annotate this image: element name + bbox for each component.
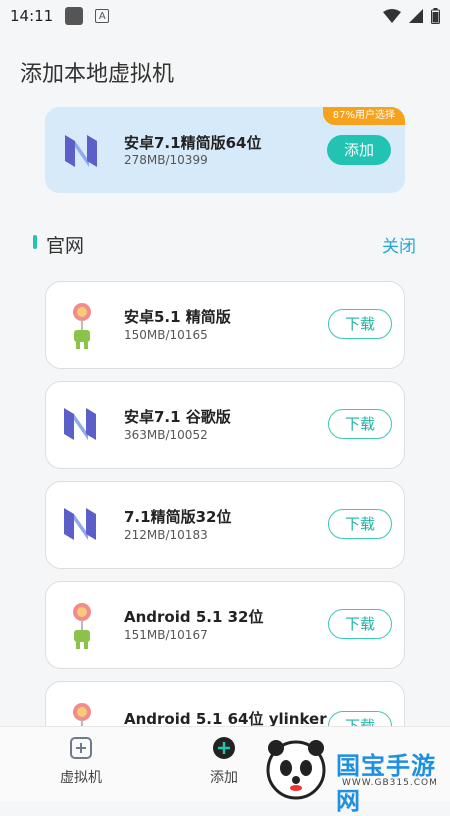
nav-tab-vm[interactable]: 虚拟机 [51,735,111,787]
battery-icon [431,8,440,24]
notification-a-icon: A [95,9,110,23]
page-title: 添加本地虚拟机 [20,62,175,87]
nav-tab-add-label: 添加 [210,770,238,786]
status-time: 14:11 [10,7,54,25]
android-nougat-icon [65,135,97,167]
notification-square-icon [65,7,84,25]
vm-box-icon [70,737,92,759]
section-marker [33,235,37,249]
nav-tab-add[interactable]: 添加 [194,735,254,787]
item-title: 安卓5.1 精简版 [124,308,231,326]
list-item[interactable]: 安卓7.1 谷歌版 363MB/10052 下载 [45,381,405,469]
status-icons [383,8,440,24]
section-title: 官网 [46,235,85,257]
close-link[interactable]: 关闭 [382,232,416,257]
download-button[interactable]: 下载 [328,309,392,339]
android-nougat-icon [64,408,96,440]
watermark-url: WWW.GB315.COM [342,778,438,788]
android-nougat-icon [64,508,96,540]
item-subtitle: 150MB/10165 [124,328,208,342]
add-circle-icon [213,737,235,759]
android-lollipop-icon [73,303,91,349]
featured-title: 安卓7.1精简版64位 [124,134,262,152]
signal-icon [409,9,423,23]
list-item[interactable]: 7.1精简版32位 212MB/10183 下载 [45,481,405,569]
item-subtitle: 363MB/10052 [124,428,208,442]
popularity-badge: 87%用户选择 [322,107,405,125]
download-button[interactable]: 下载 [328,409,392,439]
panda-icon [266,740,326,800]
download-button[interactable]: 下载 [328,509,392,539]
item-title: 安卓7.1 谷歌版 [124,408,231,426]
wifi-icon [383,9,401,23]
featured-vm-card[interactable]: 87%用户选择 安卓7.1精简版64位 278MB/10399 添加 [45,107,405,193]
android-lollipop-icon [73,603,91,649]
download-button[interactable]: 下载 [328,609,392,639]
list-item[interactable]: Android 5.1 32位 151MB/10167 下载 [45,581,405,669]
featured-subtitle: 278MB/10399 [124,153,208,167]
nav-tab-vm-label: 虚拟机 [60,770,102,786]
item-title: Android 5.1 32位 [124,608,264,626]
item-subtitle: 212MB/10183 [124,528,208,542]
list-item[interactable]: 安卓5.1 精简版 150MB/10165 下载 [45,281,405,369]
item-subtitle: 151MB/10167 [124,628,208,642]
watermark-logo: 国宝手游网 WWW.GB315.COM [262,736,450,815]
item-title: 7.1精简版32位 [124,508,232,526]
add-button[interactable]: 添加 [327,135,391,165]
status-bar: 14:11 A [0,0,450,32]
